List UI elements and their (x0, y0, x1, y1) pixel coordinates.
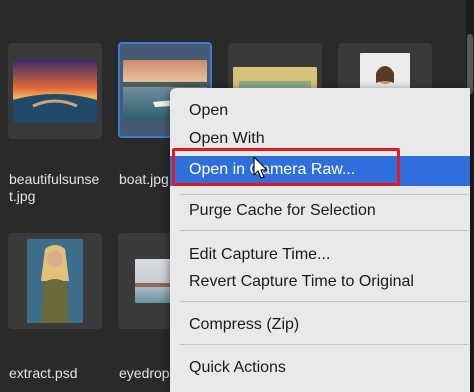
mouse-cursor-icon (253, 156, 268, 179)
menu-separator (180, 230, 468, 231)
menu-separator (180, 301, 468, 302)
annotation-highlight-box (172, 148, 400, 186)
scrollbar-thumb[interactable] (467, 34, 473, 94)
sunset-image (13, 60, 97, 122)
menu-item-open[interactable]: Open (189, 101, 228, 121)
file-name-boat: boat.jpg (119, 171, 169, 187)
thumbnail-extract[interactable] (8, 233, 102, 329)
menu-item-quick-actions[interactable]: Quick Actions (189, 358, 286, 378)
menu-item-open-with[interactable]: Open With (189, 129, 265, 149)
menu-item-purge-cache[interactable]: Purge Cache for Selection (189, 201, 376, 221)
menu-item-compress[interactable]: Compress (Zip) (189, 315, 299, 335)
file-name-beautifulsunset: beautifulsunse t.jpg (9, 171, 99, 205)
file-name-line-1: beautifulsunse (9, 171, 100, 187)
extract-image (27, 239, 83, 323)
menu-separator (180, 194, 468, 195)
file-name-extract: extract.psd (9, 365, 78, 381)
menu-item-edit-capture-time[interactable]: Edit Capture Time... (189, 245, 330, 265)
menu-separator (180, 344, 468, 345)
file-name-line-2: t.jpg (9, 188, 36, 204)
context-menu: Open Open With Open in Camera Raw... Pur… (170, 88, 470, 392)
menu-item-revert-capture-time[interactable]: Revert Capture Time to Original (189, 272, 414, 292)
thumbnail-beautifulsunset[interactable] (8, 43, 102, 139)
